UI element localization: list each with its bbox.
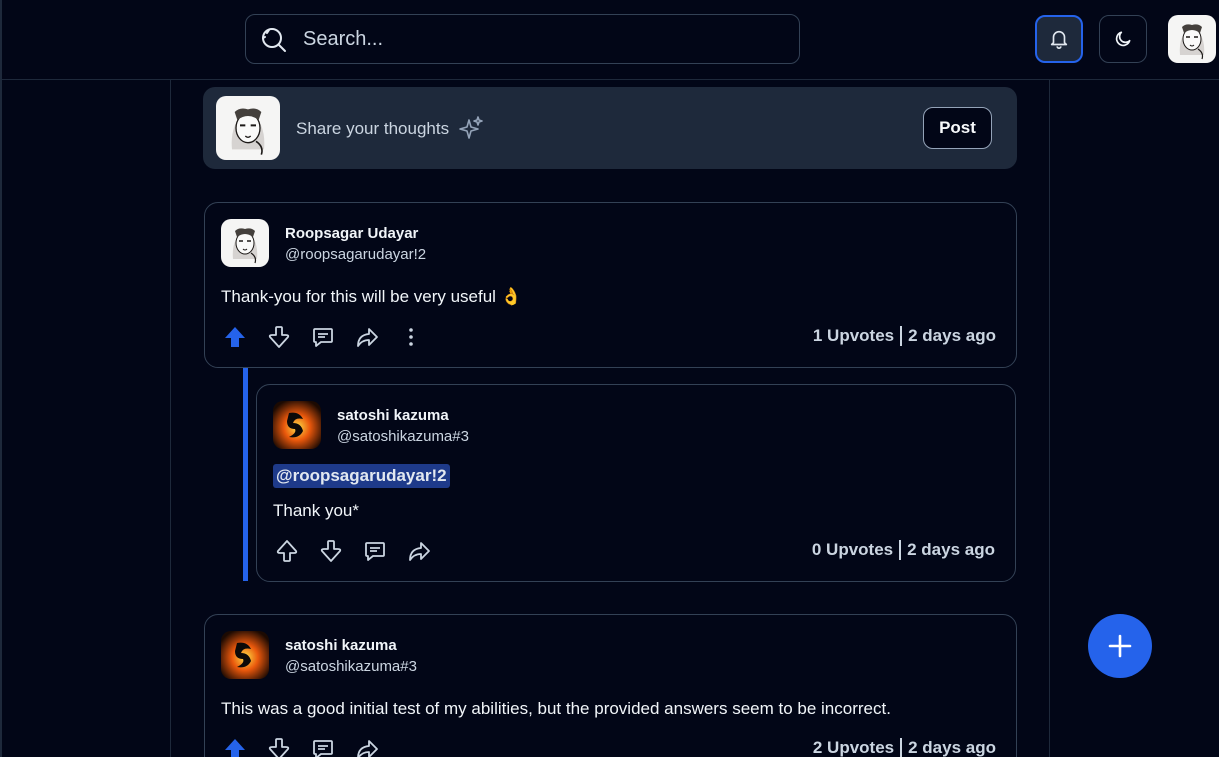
composer-avatar bbox=[216, 96, 280, 160]
avatar-image bbox=[221, 219, 269, 267]
top-bar bbox=[0, 0, 1219, 757]
avatar-image bbox=[216, 96, 280, 160]
search-input[interactable] bbox=[303, 27, 799, 51]
comment-icon bbox=[313, 740, 333, 757]
reply-thread-line bbox=[243, 368, 248, 581]
notifications-button[interactable] bbox=[1035, 15, 1083, 63]
downvote-button[interactable] bbox=[309, 533, 353, 569]
mention-tag[interactable]: @roopsagarudayar!2 bbox=[273, 464, 450, 488]
upvote-count: 1 Upvotes bbox=[812, 326, 895, 345]
more-vertical-icon bbox=[409, 328, 413, 346]
reply-card: satoshi kazuma @satoshikazuma#3 @roopsag… bbox=[256, 384, 1016, 582]
author-name[interactable]: satoshi kazuma bbox=[337, 407, 449, 424]
search-bar[interactable] bbox=[245, 14, 800, 64]
post-time: 2 days ago bbox=[908, 738, 996, 757]
upvote-count: 2 Upvotes bbox=[812, 738, 895, 757]
post-time: 2 days ago bbox=[907, 540, 995, 559]
avatar-image bbox=[1168, 15, 1216, 63]
author-avatar[interactable] bbox=[221, 631, 269, 679]
avatar-image bbox=[273, 401, 321, 449]
downvote-icon bbox=[268, 738, 290, 757]
author-handle: @satoshikazuma#3 bbox=[285, 658, 417, 675]
post-time: 2 days ago bbox=[908, 326, 996, 345]
moon-icon bbox=[1115, 31, 1131, 47]
sparkle-icon bbox=[459, 116, 483, 139]
bell-icon bbox=[1050, 30, 1068, 49]
upvote-filled-icon bbox=[225, 739, 245, 757]
upvote-button[interactable] bbox=[213, 319, 257, 355]
theme-toggle-button[interactable] bbox=[1099, 15, 1147, 63]
author-handle: @roopsagarudayar!2 bbox=[285, 246, 427, 263]
share-button[interactable] bbox=[345, 319, 389, 355]
comment-button[interactable] bbox=[301, 319, 345, 355]
upvote-button[interactable] bbox=[265, 533, 309, 569]
author-handle: @satoshikazuma#3 bbox=[337, 428, 469, 445]
composer-prompt[interactable]: Share your thoughts bbox=[296, 119, 449, 139]
comment-button[interactable] bbox=[353, 533, 397, 569]
post-meta: 2 Upvotes 2 days ago bbox=[813, 738, 996, 757]
meta-divider bbox=[900, 738, 903, 757]
reply-actions bbox=[265, 533, 441, 569]
post-card: satoshi kazuma @satoshikazuma#3 This was… bbox=[204, 614, 1017, 757]
meta-divider bbox=[899, 540, 902, 560]
author-avatar[interactable] bbox=[273, 401, 321, 449]
post-actions bbox=[213, 731, 389, 757]
meta-divider bbox=[900, 326, 903, 346]
downvote-button[interactable] bbox=[257, 731, 301, 757]
app-frame: Share your thoughts Post Roopsagar Udaya… bbox=[0, 0, 1219, 757]
create-post-fab[interactable] bbox=[1088, 614, 1152, 678]
share-icon bbox=[357, 740, 378, 757]
post-card: Roopsagar Udayar @roopsagarudayar!2 Than… bbox=[204, 202, 1017, 368]
upvote-count: 0 Upvotes bbox=[811, 540, 894, 559]
avatar-image bbox=[221, 631, 269, 679]
post-composer[interactable]: Share your thoughts Post bbox=[203, 87, 1017, 169]
post-body: This was a good initial test of my abili… bbox=[221, 699, 891, 718]
share-button[interactable] bbox=[345, 731, 389, 757]
share-icon bbox=[357, 328, 378, 347]
reply-body: Thank you* bbox=[273, 501, 359, 520]
downvote-button[interactable] bbox=[257, 319, 301, 355]
share-icon bbox=[409, 542, 430, 561]
more-options-button[interactable] bbox=[389, 319, 433, 355]
post-actions bbox=[213, 319, 433, 355]
comment-button[interactable] bbox=[301, 731, 345, 757]
upvote-filled-icon bbox=[225, 327, 245, 347]
post-button[interactable]: Post bbox=[923, 107, 992, 149]
search-icon bbox=[262, 28, 286, 52]
post-body: Thank-you for this will be very useful 👌 bbox=[221, 287, 522, 306]
upvote-button[interactable] bbox=[213, 731, 257, 757]
downvote-icon bbox=[268, 326, 290, 348]
user-avatar[interactable] bbox=[1168, 15, 1216, 63]
post-meta: 1 Upvotes 2 days ago bbox=[813, 326, 996, 346]
plus-icon bbox=[1108, 634, 1132, 658]
author-name[interactable]: satoshi kazuma bbox=[285, 637, 397, 654]
author-name[interactable]: Roopsagar Udayar bbox=[285, 225, 418, 242]
upvote-icon bbox=[276, 540, 298, 562]
downvote-icon bbox=[320, 540, 342, 562]
share-button[interactable] bbox=[397, 533, 441, 569]
author-avatar[interactable] bbox=[221, 219, 269, 267]
comment-icon bbox=[313, 328, 333, 347]
reply-meta: 0 Upvotes 2 days ago bbox=[812, 540, 995, 560]
comment-icon bbox=[365, 542, 385, 561]
